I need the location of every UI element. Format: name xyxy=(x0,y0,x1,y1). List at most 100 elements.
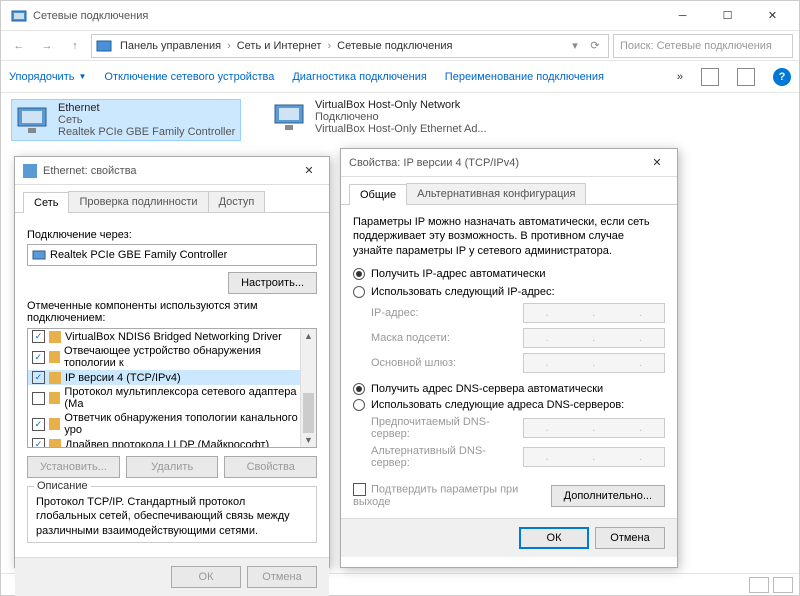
components-list[interactable]: ✓VirtualBox NDIS6 Bridged Networking Dri… xyxy=(27,328,317,448)
close-icon[interactable]: ✕ xyxy=(297,159,321,183)
dialog-body: Параметры IP можно назначать автоматичес… xyxy=(341,205,677,518)
dialog-titlebar: Ethernet: свойства ✕ xyxy=(15,157,329,185)
search-placeholder: Поиск: Сетевые подключения xyxy=(620,40,772,52)
tb-organize[interactable]: Упорядочить ▼ xyxy=(9,71,86,83)
dns2-label: Альтернативный DNS-сервер: xyxy=(371,445,523,469)
list-item[interactable]: Протокол мультиплексора сетевого адаптер… xyxy=(28,385,316,411)
tab-access[interactable]: Доступ xyxy=(208,191,266,212)
connection-virtualbox[interactable]: VirtualBox Host-Only Network Подключено … xyxy=(271,99,501,141)
conn-status: Сеть xyxy=(58,114,235,126)
tb-disable[interactable]: Отключение сетевого устройства xyxy=(104,71,274,83)
list-item[interactable]: ✓VirtualBox NDIS6 Bridged Networking Dri… xyxy=(28,329,316,344)
titlebar: Сетевые подключения ─ ☐ ✕ xyxy=(1,1,799,31)
list-item[interactable]: ✓Ответчик обнаружения топологии канально… xyxy=(28,411,316,437)
dialog-icon xyxy=(23,164,37,178)
ok-button[interactable]: ОК xyxy=(519,527,589,549)
list-item-ipv4[interactable]: ✓IP версии 4 (TCP/IPv4) xyxy=(28,370,316,385)
dialog-body: Подключение через: Realtek PCIe GBE Fami… xyxy=(15,213,329,557)
desc-text: Протокол TCP/IP. Стандартный протокол гл… xyxy=(36,495,308,538)
connection-ethernet[interactable]: Ethernet Сеть Realtek PCIe GBE Family Co… xyxy=(11,99,241,141)
scrollbar[interactable]: ▲ ▼ xyxy=(300,329,316,447)
tab-network[interactable]: Сеть xyxy=(23,192,69,213)
radio-auto-ip[interactable]: Получить IP-адрес автоматически xyxy=(353,268,545,280)
ip-input: ... xyxy=(523,303,665,323)
view-large-button[interactable] xyxy=(773,577,793,593)
dialog-title: Ethernet: свойства xyxy=(43,165,297,177)
crumb-1[interactable]: Сеть и Интернет xyxy=(235,40,324,52)
uninstall-button[interactable]: Удалить xyxy=(126,456,219,478)
dialog-footer: ОК Отмена xyxy=(15,557,329,596)
gateway-input: ... xyxy=(523,353,665,373)
crumb-sep: › xyxy=(223,40,235,52)
dns1-input: ... xyxy=(523,418,665,438)
tabstrip: Сеть Проверка подлинности Доступ xyxy=(15,185,329,213)
view-details-button[interactable] xyxy=(749,577,769,593)
address-bar: ← → ↑ Панель управления › Сеть и Интерне… xyxy=(1,31,799,61)
install-button[interactable]: Установить... xyxy=(27,456,120,478)
dns1-label: Предпочитаемый DNS-сервер: xyxy=(371,416,523,440)
window-title: Сетевые подключения xyxy=(33,10,660,22)
cancel-button[interactable]: Отмена xyxy=(247,566,317,588)
crumb-2[interactable]: Сетевые подключения xyxy=(335,40,454,52)
refresh-button[interactable]: ⟳ xyxy=(586,34,604,58)
conn-name: VirtualBox Host-Only Network xyxy=(315,99,487,111)
window-icon xyxy=(11,8,27,24)
ethernet-icon xyxy=(14,102,50,138)
components-label: Отмеченные компоненты используются этим … xyxy=(27,300,317,324)
adapter-name: Realtek PCIe GBE Family Controller xyxy=(50,249,227,261)
close-button[interactable]: ✕ xyxy=(750,2,795,30)
crumb-sep: › xyxy=(323,40,335,52)
ethernet-icon xyxy=(271,99,307,135)
view-icon-2[interactable] xyxy=(737,68,755,86)
toolbar: Упорядочить ▼ Отключение сетевого устрой… xyxy=(1,61,799,93)
tab-general[interactable]: Общие xyxy=(349,184,407,205)
radio-manual-dns[interactable]: Использовать следующие адреса DNS-сервер… xyxy=(353,399,624,411)
ethernet-properties-dialog: Ethernet: свойства ✕ Сеть Проверка подли… xyxy=(14,156,330,568)
view-icon[interactable] xyxy=(701,68,719,86)
scroll-thumb[interactable] xyxy=(303,393,314,433)
forward-button[interactable]: → xyxy=(35,34,59,58)
maximize-button[interactable]: ☐ xyxy=(705,2,750,30)
close-icon[interactable]: ✕ xyxy=(645,151,669,175)
breadcrumb-box[interactable]: Панель управления › Сеть и Интернет › Се… xyxy=(91,34,609,58)
back-button[interactable]: ← xyxy=(7,34,31,58)
advanced-button[interactable]: Дополнительно... xyxy=(551,485,665,507)
confirm-checkbox[interactable]: Подтвердить параметры при выходе xyxy=(353,483,551,508)
properties-button[interactable]: Свойства xyxy=(224,456,317,478)
history-dropdown[interactable]: ▾ xyxy=(566,34,584,58)
list-item[interactable]: ✓Драйвер протокола LLDP (Майкрософт) xyxy=(28,437,316,448)
scroll-down-icon[interactable]: ▼ xyxy=(301,433,316,447)
cancel-button[interactable]: Отмена xyxy=(595,527,665,549)
tab-auth[interactable]: Проверка подлинности xyxy=(68,191,208,212)
ipv4-properties-dialog: Свойства: IP версии 4 (TCP/IPv4) ✕ Общие… xyxy=(340,148,678,568)
conn-name: Ethernet xyxy=(58,102,235,114)
desc-legend: Описание xyxy=(34,480,91,492)
connect-using-label: Подключение через: xyxy=(27,229,317,241)
tabstrip: Общие Альтернативная конфигурация xyxy=(341,177,677,205)
help-icon[interactable]: ? xyxy=(773,68,791,86)
tb-rename[interactable]: Переименование подключения xyxy=(445,71,604,83)
description-group: Описание Протокол TCP/IP. Стандартный пр… xyxy=(27,486,317,543)
radio-manual-ip[interactable]: Использовать следующий IP-адрес: xyxy=(353,286,555,298)
tb-diagnose[interactable]: Диагностика подключения xyxy=(292,71,426,83)
radio-auto-dns[interactable]: Получить адрес DNS-сервера автоматически xyxy=(353,383,603,395)
tb-more[interactable]: » xyxy=(677,71,683,83)
configure-button[interactable]: Настроить... xyxy=(228,272,317,294)
adapter-icon xyxy=(32,248,46,262)
minimize-button[interactable]: ─ xyxy=(660,2,705,30)
tab-alt[interactable]: Альтернативная конфигурация xyxy=(406,183,586,204)
up-button[interactable]: ↑ xyxy=(63,34,87,58)
crumb-0[interactable]: Панель управления xyxy=(118,40,223,52)
conn-device: Realtek PCIe GBE Family Controller xyxy=(58,126,235,138)
dialog-title: Свойства: IP версии 4 (TCP/IPv4) xyxy=(349,157,645,169)
ok-button[interactable]: ОК xyxy=(171,566,241,588)
scroll-up-icon[interactable]: ▲ xyxy=(301,329,316,343)
adapter-field: Realtek PCIe GBE Family Controller xyxy=(27,244,317,266)
location-icon xyxy=(96,38,112,54)
list-item[interactable]: ✓Отвечающее устройство обнаружения топол… xyxy=(28,344,316,370)
mask-label: Маска подсети: xyxy=(371,332,523,344)
connection-list: Ethernet Сеть Realtek PCIe GBE Family Co… xyxy=(1,93,799,147)
ip-label: IP-адрес: xyxy=(371,307,523,319)
conn-status: Подключено xyxy=(315,111,487,123)
search-input[interactable]: Поиск: Сетевые подключения xyxy=(613,34,793,58)
